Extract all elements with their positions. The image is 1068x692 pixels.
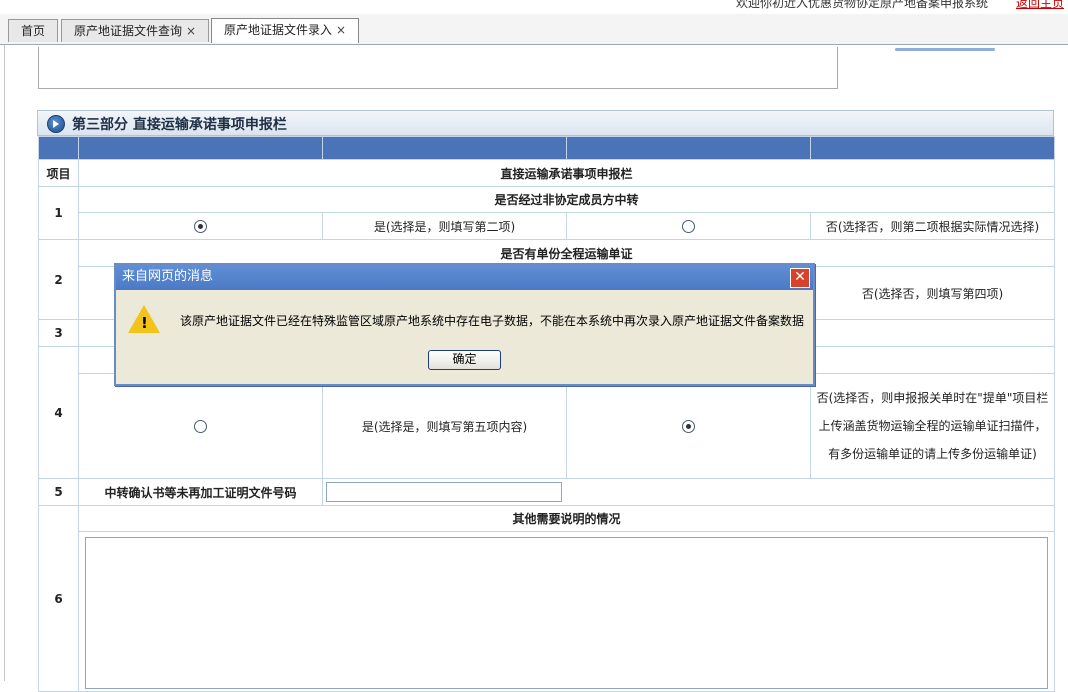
q4-no-cell [566,373,811,479]
q5-label: 中转确认书等未再加工证明文件号码 [78,478,323,506]
item-number: 2 [38,239,79,320]
table-row: 是(选择是，则填写第二项) 否(选择否，则第二项根据实际情况选择) [39,212,1055,240]
q4-no-radio[interactable] [682,420,695,433]
q2-no-label: 否(选择否，则填写第四项) [810,266,1055,320]
tab-label: 首页 [20,24,45,38]
q1-yes-radio[interactable] [194,220,207,233]
q5-input-cell [322,478,1055,506]
item-number: 3 [38,319,79,347]
table-header-row [38,136,1055,160]
table-row: 6 其他需要说明的情况 [38,505,1055,692]
tab-query[interactable]: 原产地证据文件查询 × [61,19,209,42]
top-bar: 欢迎你初近入优惠货物协定原产地备案申报系统 返回主页 [0,0,1068,15]
previous-section-textbox[interactable] [38,47,838,89]
q1-no-cell [566,212,811,240]
q4-yes-cell [78,373,323,479]
tab-home[interactable]: 首页 [8,19,58,42]
tab-close-icon[interactable]: × [186,24,196,38]
q4-yes-label: 是(选择是，则填写第五项内容) [322,373,567,479]
dialog-message: 该原产地证据文件已经在特殊监管区域原产地系统中存在电子数据，不能在本系统中再次录… [180,314,805,328]
message-dialog: 来自网页的消息 ✕ ! 该原产地证据文件已经在特殊监管区域原产地系统中存在电子数… [114,263,815,386]
q1-title: 是否经过非协定成员方中转 [78,186,1055,213]
item-number: 5 [38,478,79,506]
warning-exclamation: ! [141,314,148,332]
main-header-label: 直接运输承诺事项申报栏 [78,159,1055,187]
tab-label: 原产地证据文件查询 [73,24,182,38]
tab-bar: 首页 原产地证据文件查询 × 原产地证据文件录入 × [0,14,1068,45]
table-row: 是(选择是，则填写第五项内容) 否(选择否，则申报报关单时在"提单"项目栏上传涵… [39,373,1055,479]
section-header: 第三部分 直接运输承诺事项申报栏 [37,110,1054,136]
table-row: 5 中转确认书等未再加工证明文件号码 [38,478,1055,506]
tab-close-icon[interactable]: × [336,23,346,37]
dialog-title: 来自网页的消息 [116,265,813,290]
declaration-table: 项目 直接运输承诺事项申报栏 1 是否经过非协定成员方中转 是(选择是，则填写第… [38,136,1055,692]
table-row [39,531,1055,692]
welcome-text: 欢迎你初近入优惠货物协定原产地备案申报系统 [735,0,988,10]
column-item-label: 项目 [38,159,79,187]
q1-yes-cell [78,212,323,240]
ok-button[interactable]: 确定 [428,350,501,370]
q6-textarea-cell [78,531,1055,692]
certificate-number-input[interactable] [326,482,562,502]
q1-no-radio[interactable] [682,220,695,233]
tab-entry[interactable]: 原产地证据文件录入 × [211,18,359,43]
q6-title: 其他需要说明的情况 [78,505,1055,532]
q1-yes-label: 是(选择是，则填写第二项) [322,212,567,240]
tab-label: 原产地证据文件录入 [223,23,332,37]
item-number: 1 [38,186,79,240]
previous-section-button[interactable] [895,48,995,51]
item-number: 6 [38,505,79,692]
close-icon[interactable]: ✕ [790,268,810,288]
q1-no-label: 否(选择否，则第二项根据实际情况选择) [810,212,1055,240]
back-home-link[interactable]: 返回主页 [1016,0,1064,11]
table-row: 1 是否经过非协定成员方中转 [38,186,1055,240]
other-notes-textarea[interactable] [85,537,1048,689]
arrow-circle-icon [47,115,65,133]
q4-no-label: 否(选择否，则申报报关单时在"提单"项目栏上传涵盖货物运输全程的运输单证扫描件，… [810,373,1055,479]
section-title: 第三部分 直接运输承诺事项申报栏 [72,117,287,133]
item-number: 4 [38,346,79,479]
table-row: 项目 直接运输承诺事项申报栏 [38,159,1055,187]
q4-yes-radio[interactable] [194,420,207,433]
